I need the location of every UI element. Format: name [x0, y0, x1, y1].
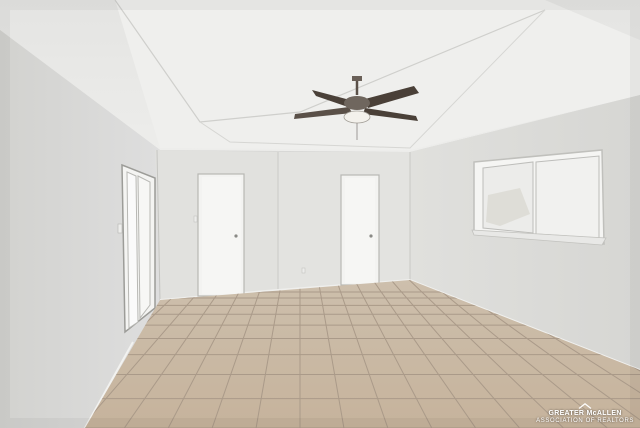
light-switch: [117, 223, 123, 234]
watermark-line-1: GREATER McALLEN: [548, 410, 622, 417]
doorknob-left: [234, 234, 238, 238]
fan-motor-housing: [344, 96, 370, 110]
door-right: [345, 178, 375, 283]
realtor-watermark: GREATER McALLEN ASSOCIATION OF REALTORS: [536, 403, 634, 424]
window-pane: [535, 155, 600, 239]
sliding-door-glass: [137, 175, 151, 320]
house-roof-icon: [578, 403, 592, 409]
watermark-line-2: ASSOCIATION OF REALTORS: [536, 418, 634, 424]
doorknob-right: [369, 234, 373, 238]
outlet: [193, 215, 198, 223]
fan-light-globe: [343, 110, 371, 124]
room-photo: [0, 0, 640, 428]
sliding-door-glass: [126, 171, 139, 329]
outlet: [301, 267, 306, 274]
fan-canopy: [352, 76, 362, 81]
